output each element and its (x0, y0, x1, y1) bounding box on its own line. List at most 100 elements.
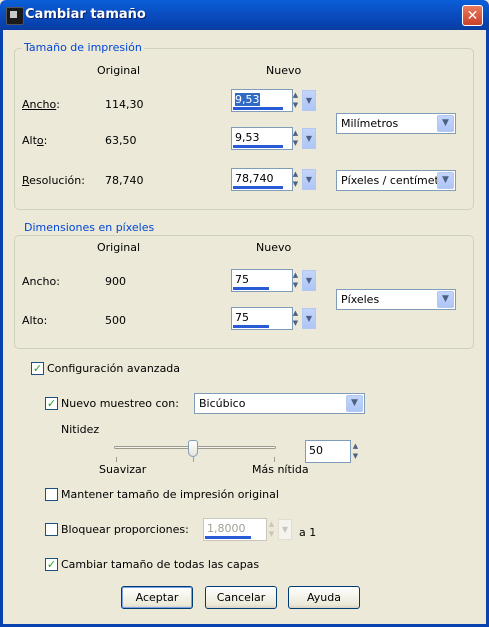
slider-max-label: Más nítida (252, 463, 309, 476)
sharpness-slider-thumb[interactable] (188, 440, 198, 457)
print-width-dropdown-icon[interactable]: ▼ (302, 90, 316, 111)
resolution-dropdown-icon[interactable]: ▼ (302, 169, 316, 190)
print-height-label-mnemonic: o (36, 134, 44, 147)
resolution-bar (233, 186, 283, 189)
close-icon: ✕ (466, 8, 479, 24)
chevron-down-icon[interactable]: ▼ (437, 291, 454, 308)
print-units-value: Milímetros (341, 117, 399, 130)
print-width-value: 9,53 (235, 93, 260, 106)
help-button[interactable]: Ayuda (288, 586, 360, 609)
resolution-spin-arrows[interactable]: ▲ ▼ (290, 169, 301, 190)
print-width-spinner[interactable]: 9,53 ▲ ▼ ▼ (231, 89, 316, 112)
resample-method-select[interactable]: Bicúbico ▼ (194, 393, 365, 414)
print-height-original: 63,50 (105, 134, 137, 147)
window-title: Cambiar tamaño (25, 7, 146, 22)
pixel-width-input[interactable]: 75 (231, 269, 293, 292)
lock-ratio-spinner: 1,8000 ▲ ▼ ▼ (203, 518, 293, 541)
pixel-width-spin-arrows[interactable]: ▲ ▼ (290, 270, 301, 291)
print-width-label: Ancho: (22, 98, 60, 111)
advanced-settings-label[interactable]: Configuración avanzada (47, 362, 180, 375)
spin-up-icon[interactable]: ▲ (290, 270, 301, 280)
pixel-height-label: Alto: (22, 314, 48, 327)
ok-button[interactable]: Aceptar (121, 586, 193, 609)
spin-up-icon[interactable]: ▲ (290, 169, 301, 179)
pixel-width-spinner[interactable]: 75 ▲ ▼ ▼ (231, 269, 316, 292)
resolution-spinner[interactable]: 78,740 ▲ ▼ ▼ (231, 168, 316, 191)
print-width-spin-arrows[interactable]: ▲ ▼ (290, 90, 301, 111)
resize-all-layers-checkbox[interactable]: ✓ (45, 558, 58, 571)
resolution-units-select[interactable]: Píxeles / centímetro ▼ (336, 170, 456, 191)
spin-up-icon[interactable]: ▲ (290, 90, 301, 100)
lock-ratio-value: 1,8000 (207, 522, 246, 535)
pixel-width-dropdown-icon[interactable]: ▼ (302, 270, 316, 291)
spin-up-icon[interactable]: ▲ (290, 128, 301, 138)
print-width-bar (233, 107, 283, 110)
print-height-input[interactable]: 9,53 (231, 127, 293, 150)
spin-down-icon[interactable]: ▼ (350, 451, 361, 461)
keep-print-size-label[interactable]: Mantener tamaño de impresión original (61, 488, 279, 501)
advanced-settings-checkbox[interactable]: ✓ (31, 362, 44, 375)
print-width-label-text: Ancho (22, 98, 57, 111)
print-width-label-colon: : (56, 98, 60, 111)
checkmark-icon: ✓ (32, 362, 43, 375)
spin-down-icon[interactable]: ▼ (290, 100, 301, 110)
print-height-dropdown-icon[interactable]: ▼ (302, 128, 316, 149)
resample-label[interactable]: Nuevo muestreo con: (61, 397, 179, 410)
cancel-button[interactable]: Cancelar (205, 586, 277, 609)
spin-up-icon[interactable]: ▲ (350, 441, 361, 451)
slider-tick-max (274, 457, 275, 462)
resolution-value: 78,740 (235, 172, 274, 185)
slider-tick-min (116, 457, 117, 462)
resize-all-layers-label[interactable]: Cambiar tamaño de todas las capas (61, 558, 259, 571)
pixel-width-value: 75 (235, 273, 249, 286)
pixel-width-original: 900 (105, 275, 126, 288)
pixel-width-label: Ancho: (22, 275, 60, 288)
keep-print-size-checkbox[interactable] (45, 488, 58, 501)
spin-up-icon: ▲ (268, 520, 275, 528)
print-size-group-title: Tamaño de impresión (22, 41, 144, 54)
resolution-original: 78,740 (105, 174, 144, 187)
checkmark-icon: ✓ (46, 397, 57, 410)
sharpness-input[interactable]: 50 (305, 440, 351, 463)
print-width-input[interactable]: 9,53 (231, 89, 293, 112)
spin-down-icon[interactable]: ▼ (290, 318, 301, 328)
resample-method-value: Bicúbico (199, 397, 246, 410)
chevron-down-icon[interactable]: ▼ (437, 115, 454, 132)
lock-ratio-suffix: a 1 (299, 526, 317, 539)
spin-down-icon[interactable]: ▼ (290, 138, 301, 148)
sharpness-spin-arrows[interactable]: ▲ ▼ (350, 441, 361, 462)
lock-ratio-checkbox[interactable] (45, 523, 58, 536)
pixel-width-bar (233, 287, 269, 290)
spin-down-icon[interactable]: ▼ (290, 280, 301, 290)
checkmark-icon: ✓ (46, 558, 57, 571)
chevron-down-icon[interactable]: ▼ (437, 172, 454, 189)
close-button[interactable]: ✕ (462, 5, 483, 26)
print-units-select[interactable]: Milímetros ▼ (336, 113, 456, 134)
spin-down-icon[interactable]: ▼ (290, 179, 301, 189)
print-height-spinner[interactable]: 9,53 ▲ ▼ ▼ (231, 127, 316, 150)
lock-ratio-label[interactable]: Bloquear proporciones: (61, 523, 189, 536)
print-height-bar (233, 145, 283, 148)
print-height-label-colon: : (43, 134, 48, 147)
pixel-height-dropdown-icon[interactable]: ▼ (302, 308, 316, 329)
pixel-height-spin-arrows[interactable]: ▲ ▼ (290, 308, 301, 329)
pixel-height-input[interactable]: 75 (231, 307, 293, 330)
pixel-units-value: Píxeles (341, 293, 380, 306)
resolution-input[interactable]: 78,740 (231, 168, 293, 191)
pixel-height-spinner[interactable]: 75 ▲ ▼ ▼ (231, 307, 316, 330)
print-height-label: Alto: (22, 134, 47, 147)
lock-ratio-input: 1,8000 (203, 518, 267, 541)
spin-up-icon[interactable]: ▲ (290, 308, 301, 318)
chevron-down-icon[interactable]: ▼ (346, 395, 363, 412)
print-height-label-text: Alt (22, 134, 37, 147)
resolution-label: Resolución: (22, 174, 85, 187)
resample-checkbox[interactable]: ✓ (45, 397, 58, 410)
lock-ratio-bar (205, 536, 251, 539)
pixel-units-select[interactable]: Píxeles ▼ (336, 289, 456, 310)
spin-down-icon: ▼ (268, 530, 275, 538)
lock-ratio-dropdown-icon: ▼ (278, 519, 292, 540)
pixel-new-header: Nuevo (256, 241, 292, 254)
print-height-spin-arrows[interactable]: ▲ ▼ (290, 128, 301, 149)
lock-ratio-spin-arrows: ▲ ▼ (266, 519, 277, 540)
sharpness-spinner[interactable]: 50 ▲ ▼ (305, 440, 363, 463)
